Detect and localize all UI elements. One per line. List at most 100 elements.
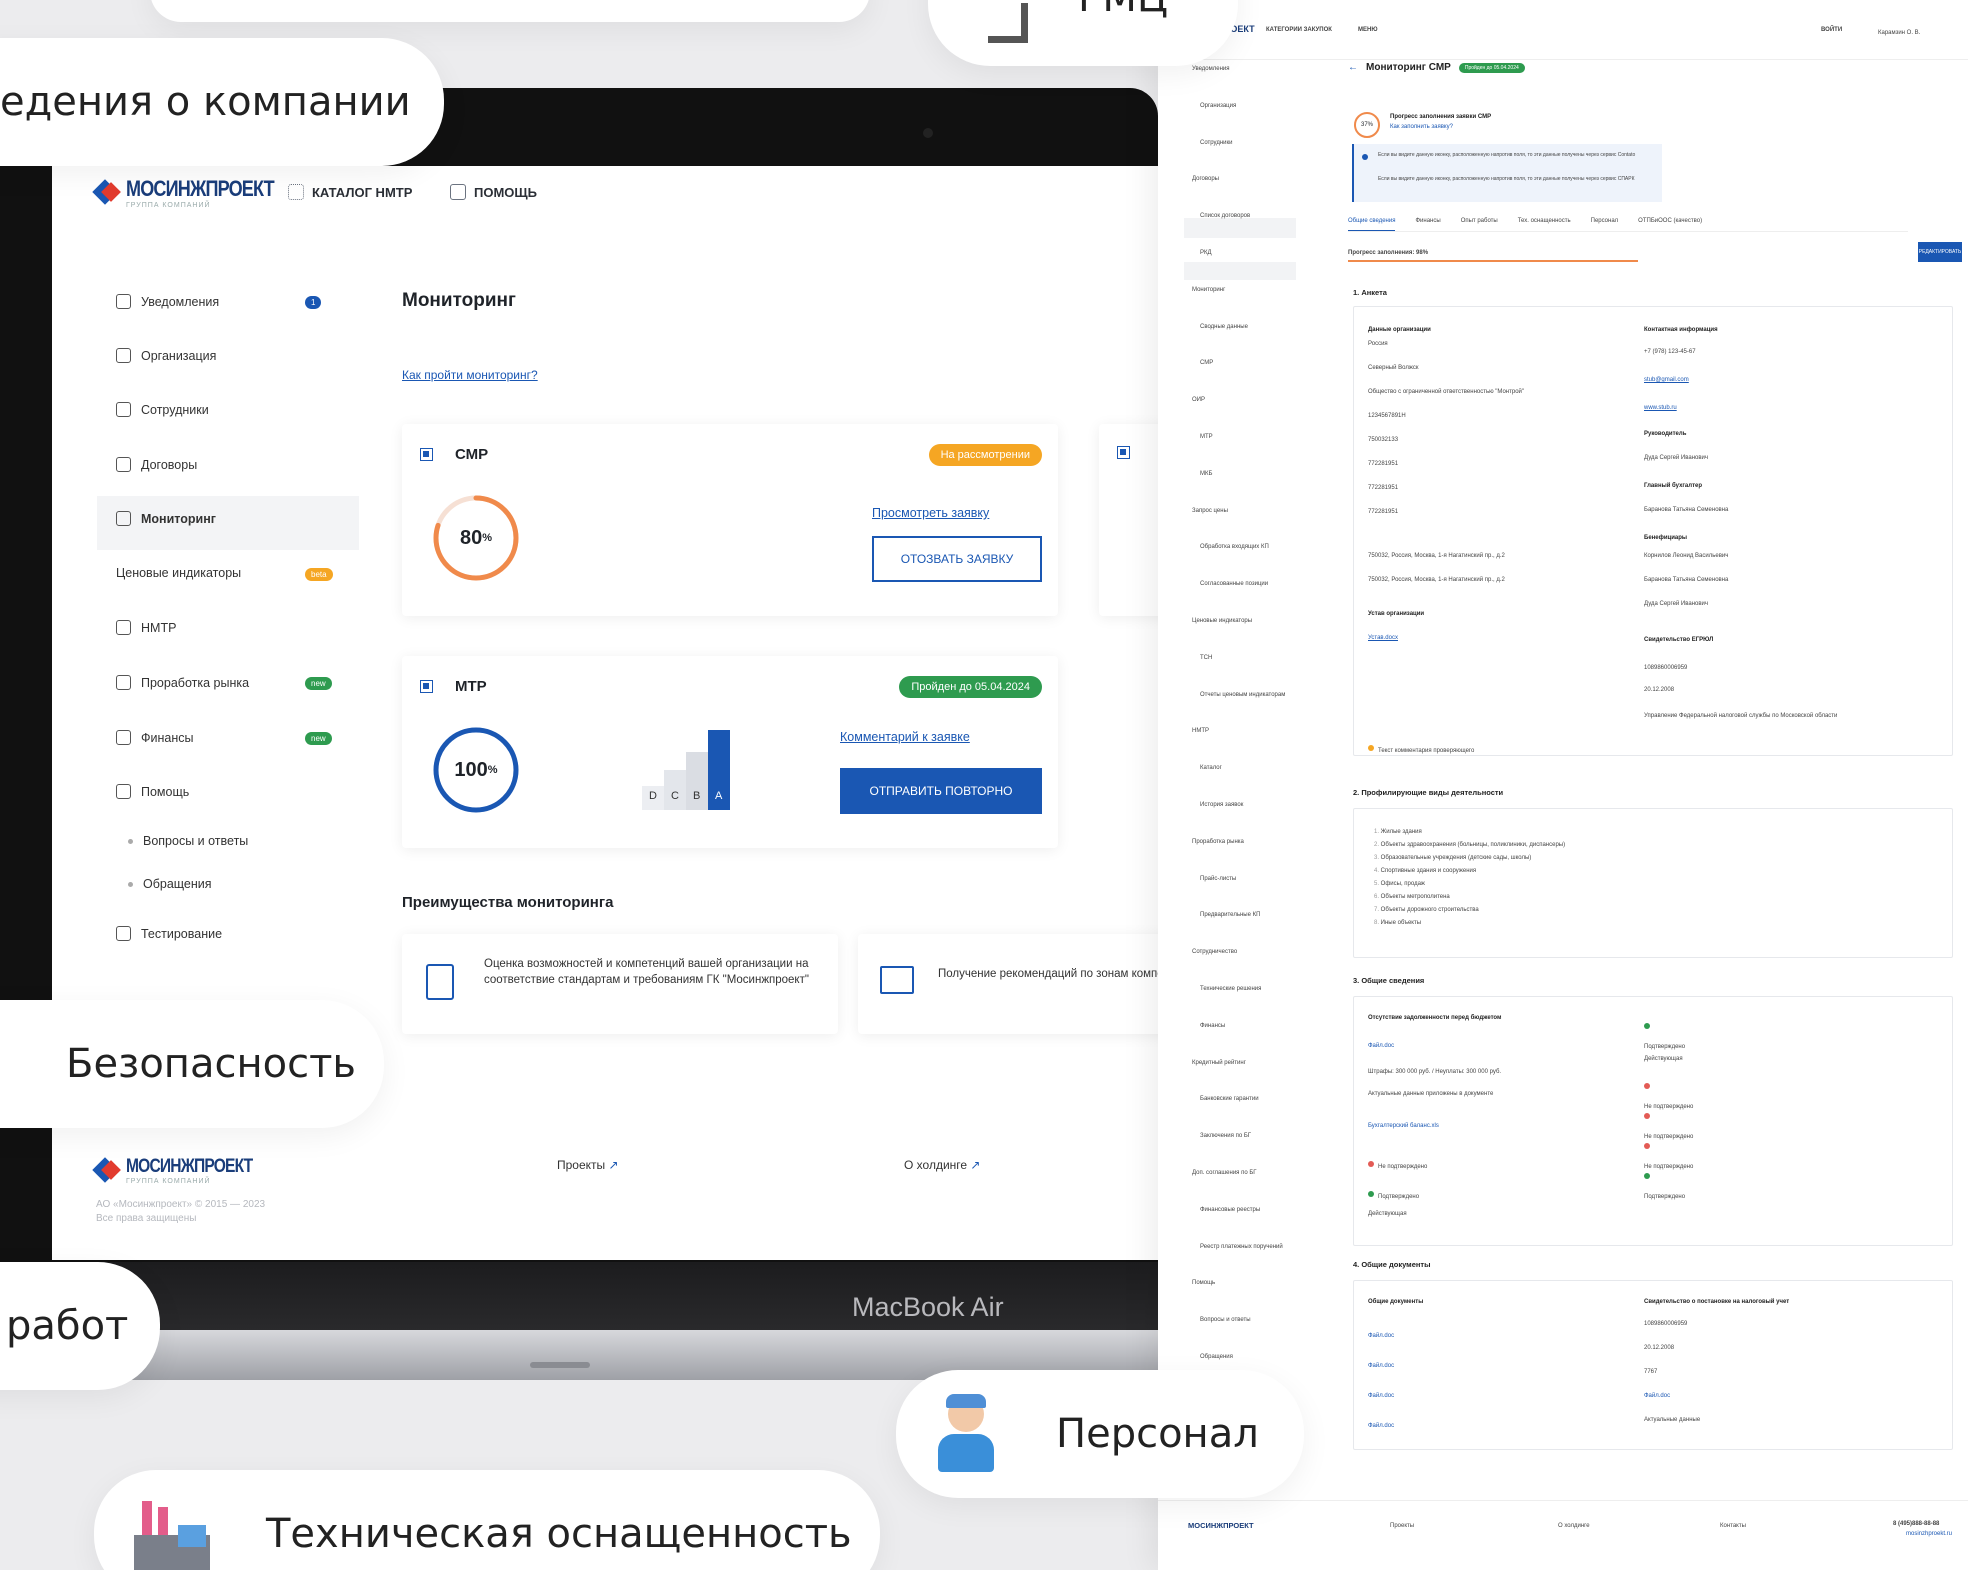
rp-sidebar-item[interactable]: Мониторинг — [1192, 287, 1225, 293]
sidebar-item[interactable]: Уведомления — [116, 294, 219, 309]
footer-projects-link[interactable]: Проекты ↗ — [557, 1158, 619, 1172]
footer-logo[interactable]: МОСИНЖПРОЕКТ ГРУППА КОМПАНИЙ — [96, 1156, 280, 1185]
rp-sidebar-item[interactable]: Предварительные КП — [1200, 912, 1260, 918]
rp-user[interactable]: Карамзин О. В. — [1878, 30, 1920, 36]
rp-sidebar-item[interactable]: Проработка рынка — [1192, 839, 1244, 845]
rp-fill-link[interactable]: Как заполнить заявку? — [1390, 124, 1453, 130]
sidebar-item[interactable]: Сотрудники — [116, 402, 209, 417]
rp-tab[interactable]: Общие сведения — [1348, 218, 1396, 231]
rp-footer-link[interactable]: Проекты — [1390, 1523, 1414, 1529]
rp-sidebar-item[interactable]: Финансовые реестры — [1200, 1207, 1260, 1213]
rp-sidebar-item[interactable]: Заключения по БГ — [1200, 1133, 1251, 1139]
rp-activity: 1. Жилые здания — [1374, 829, 1422, 835]
rp-sidebar-item[interactable]: Технические решения — [1200, 986, 1261, 992]
rp-sidebar-item[interactable]: Вопросы и ответы — [1200, 1317, 1251, 1323]
rp-file-link[interactable]: Устав.docx — [1368, 635, 1398, 641]
rp-sidebar-item[interactable]: Сотрудничество — [1192, 949, 1237, 955]
rp-sidebar-item[interactable]: Сотрудники — [1200, 140, 1233, 146]
rp-org-value: 772281951 — [1368, 509, 1399, 515]
rp-sidebar-item[interactable]: Согласованные позиции — [1200, 581, 1268, 587]
rp-sidebar-item[interactable]: Сводные данные — [1200, 324, 1248, 330]
rp-footer-site[interactable]: mosinzhproekt.ru — [1906, 1531, 1952, 1537]
presentation-icon — [880, 966, 914, 994]
rp-footer-link[interactable]: О холдинге — [1558, 1523, 1590, 1529]
rp-file-link[interactable]: Файл.doc — [1368, 1393, 1394, 1399]
rp-sidebar-item[interactable]: Помощь — [1192, 1280, 1215, 1286]
rp-sidebar-item[interactable]: Список договоров — [1200, 213, 1250, 219]
rp-sidebar-item[interactable]: Обработка входящих КП — [1200, 544, 1269, 550]
rp-sidebar-item[interactable]: Отчеты ценовым индикаторам — [1200, 692, 1285, 698]
sidebar-item[interactable]: Помощь — [116, 784, 189, 799]
pill-label: едения о компании — [0, 79, 411, 125]
sidebar-item[interactable]: Вопросы и ответы — [128, 834, 248, 848]
rp-sidebar-item[interactable]: Организация — [1200, 103, 1236, 109]
view-application-link[interactable]: Просмотреть заявку — [872, 506, 989, 520]
withdraw-button[interactable]: ОТОЗВАТЬ ЗАЯВКУ — [872, 536, 1042, 582]
rp-nav-categories[interactable]: КАТЕГОРИИ ЗАКУПОК — [1266, 27, 1332, 33]
rp-sidebar-item[interactable]: Договоры — [1192, 176, 1219, 182]
status-dot — [1644, 1022, 1650, 1029]
rp-email[interactable]: stub@gmail.com — [1644, 377, 1689, 383]
rp-sidebar-item[interactable]: Прайс-листы — [1200, 876, 1236, 882]
sidebar-item[interactable]: Организация — [116, 348, 216, 363]
rp-tax-value[interactable]: Файл.doc — [1644, 1393, 1670, 1399]
rp-activity: 7. Объекты дорожного строительства — [1374, 907, 1479, 913]
nav-help[interactable]: ПОМОЩЬ — [450, 184, 537, 200]
sidebar-item[interactable]: НМТР — [116, 620, 176, 635]
comment-link[interactable]: Комментарий к заявке — [840, 730, 970, 744]
rp-file-link[interactable]: Файл.doc — [1368, 1363, 1394, 1369]
sidebar-item[interactable]: Проработка рынка — [116, 675, 249, 690]
rp-sidebar-item[interactable]: Обращения — [1200, 1354, 1233, 1360]
sidebar-item[interactable]: Ценовые индикаторы — [116, 566, 241, 580]
rp-tab[interactable]: Опыт работы — [1461, 218, 1498, 231]
rp-tab[interactable]: Финансы — [1415, 218, 1440, 231]
rp-footer-logo[interactable]: МОСИНЖПРОЕКТ — [1188, 1521, 1254, 1530]
rp-person: Корнилов Леонид Васильевич — [1644, 553, 1729, 559]
sidebar-item[interactable]: Договоры — [116, 457, 197, 472]
rp-file-link[interactable]: Файл.doc — [1368, 1423, 1394, 1429]
sidebar-item[interactable]: Мониторинг — [116, 511, 216, 526]
rp-sidebar-item[interactable]: Доп. соглашения по БГ — [1192, 1170, 1257, 1176]
rp-sidebar-item[interactable]: СМР — [1200, 360, 1213, 366]
rp-sidebar-item[interactable]: ТСН — [1200, 655, 1212, 661]
rp-sidebar-item[interactable]: История заявок — [1200, 802, 1243, 808]
rp-sidebar-item[interactable]: Уведомления — [1192, 66, 1230, 72]
rp-sidebar-item[interactable]: РКД — [1200, 250, 1212, 256]
resend-button[interactable]: ОТПРАВИТЬ ПОВТОРНО — [840, 768, 1042, 814]
rp-sidebar-item[interactable]: Финансы — [1200, 1023, 1225, 1029]
sidebar-item[interactable]: Финансы — [116, 730, 193, 745]
external-link-icon: ↗ — [608, 1158, 619, 1172]
rp-sidebar-item[interactable]: Банковские гарантии — [1200, 1096, 1259, 1102]
rp-login[interactable]: ВОЙТИ — [1821, 27, 1842, 33]
rp-nav-menu[interactable]: МЕНЮ — [1358, 27, 1378, 33]
rp-edit-button[interactable]: РЕДАКТИРОВАТЬ — [1918, 242, 1962, 262]
sidebar-item[interactable]: Тестирование — [116, 926, 222, 941]
rp-tab[interactable]: Персонал — [1591, 218, 1619, 231]
rp-sidebar-item[interactable]: МТР — [1200, 434, 1213, 440]
rp-footer-link[interactable]: Контакты — [1720, 1523, 1746, 1529]
rp-sidebar-item[interactable]: Каталог — [1200, 765, 1222, 771]
rp-file-link[interactable]: Файл.doc — [1368, 1043, 1394, 1049]
rp-file-link[interactable]: Бухгалтерский баланс.xls — [1368, 1123, 1439, 1129]
rp-tab[interactable]: ОТПБиООС (качество) — [1638, 218, 1702, 231]
rp-sidebar-item[interactable]: Кредитный рейтинг — [1192, 1060, 1246, 1066]
rp-person: Дуда Сергей Иванович — [1644, 455, 1709, 461]
rp-sidebar-item[interactable]: ОИР — [1192, 397, 1205, 403]
how-to-monitoring-link[interactable]: Как пройти мониторинг? — [402, 368, 538, 382]
sidebar-item-label: Тестирование — [141, 926, 223, 941]
grade-label: C — [671, 790, 679, 802]
rp-sidebar-item[interactable]: НМТР — [1192, 728, 1209, 734]
rp-sidebar-item[interactable]: Реестр платежных поручений — [1200, 1244, 1283, 1250]
rp-tab[interactable]: Тех. оснащенность — [1518, 218, 1571, 231]
rp-activity-label: Объекты метрополитена — [1380, 894, 1450, 900]
rp-sidebar-item[interactable]: МКБ — [1200, 471, 1212, 477]
footer-holding-link[interactable]: О холдинге ↗ — [904, 1158, 980, 1172]
logo[interactable]: МОСИНЖПРОЕКТ ГРУППА КОМПАНИЙ — [96, 176, 306, 209]
rp-file-link[interactable]: Файл.doc — [1368, 1333, 1394, 1339]
nav-catalog[interactable]: КАТАЛОГ НМТР — [288, 184, 412, 200]
rp-sidebar-item[interactable]: Запрос цены — [1192, 508, 1228, 514]
back-arrow-icon[interactable]: ← — [1348, 62, 1358, 73]
rp-site[interactable]: www.stub.ru — [1644, 405, 1677, 411]
rp-sidebar-item[interactable]: Ценовые индикаторы — [1192, 618, 1252, 624]
sidebar-item[interactable]: Обращения — [128, 877, 212, 891]
